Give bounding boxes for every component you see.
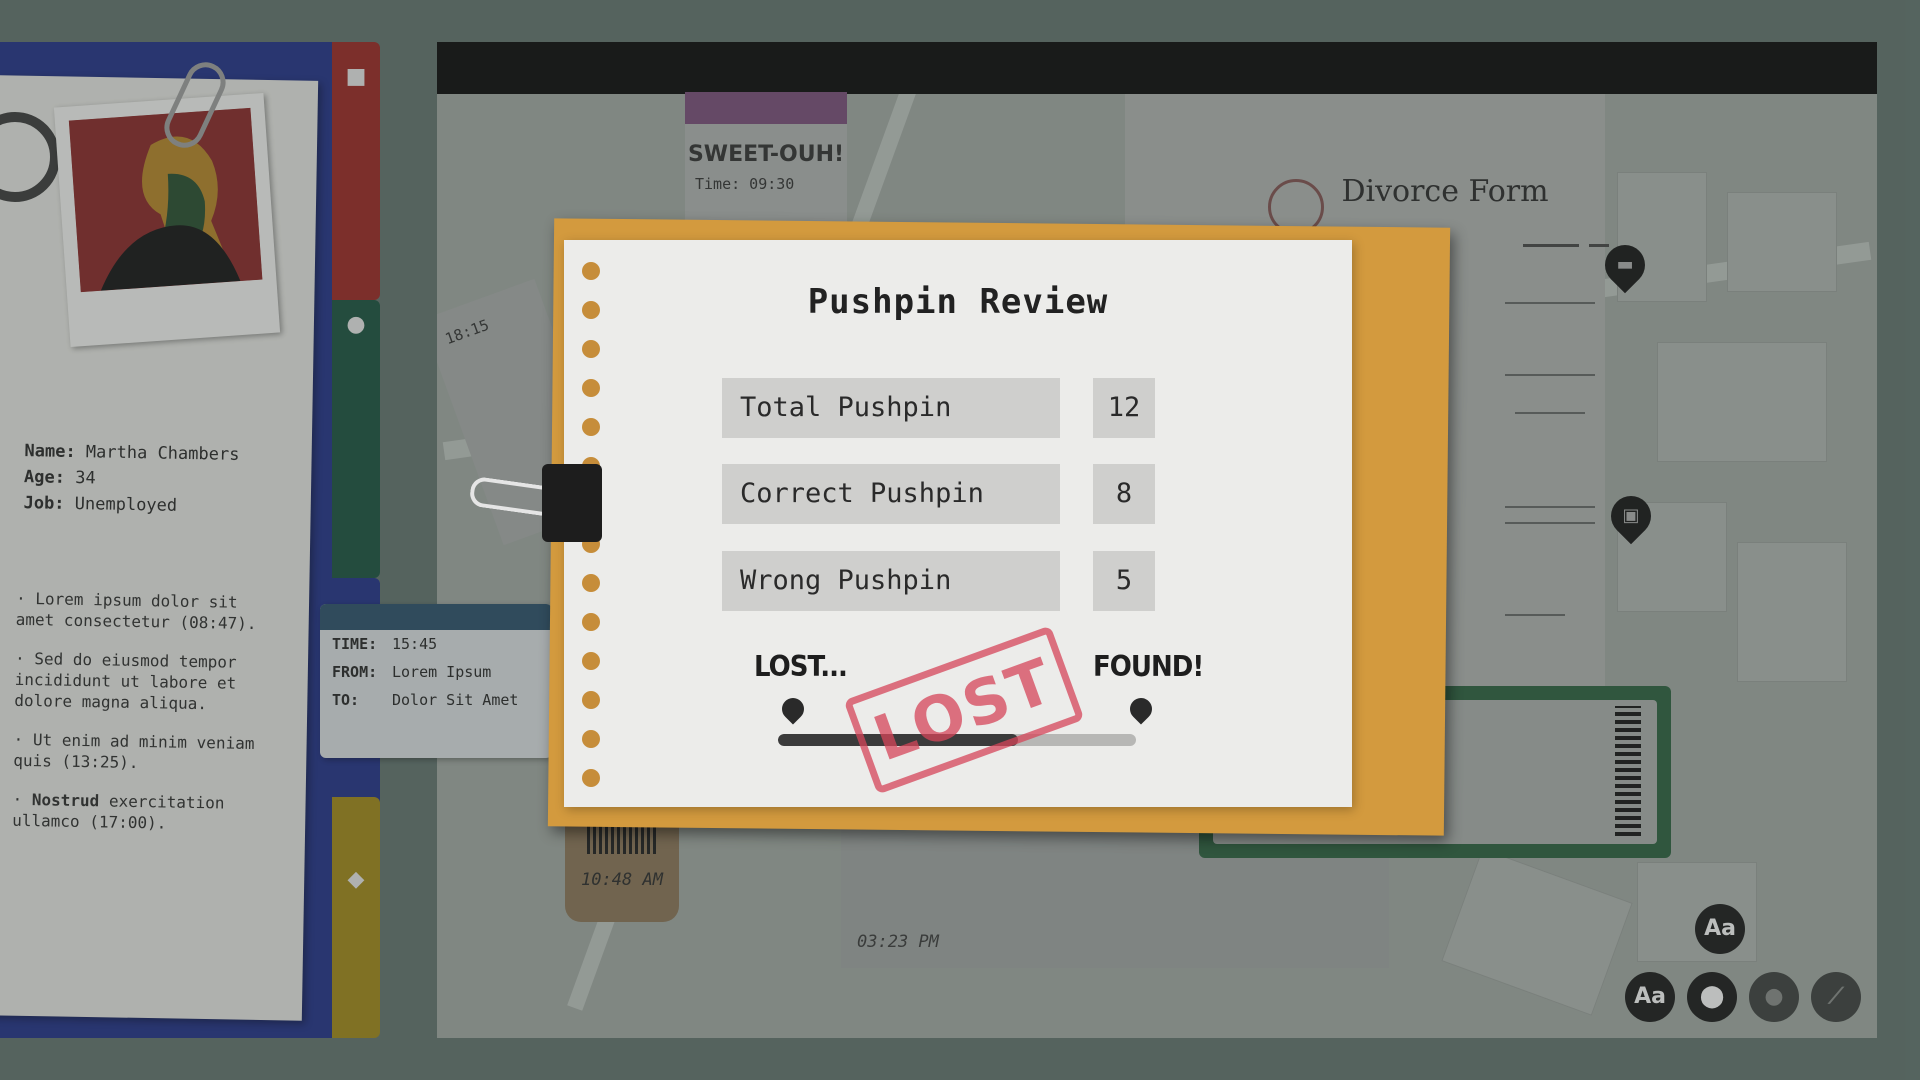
lost-label: LOST... (754, 650, 848, 684)
map-block (1737, 542, 1847, 682)
divorce-form-title: Divorce Form (1341, 174, 1549, 209)
location-pin-icon: ⬤ (1699, 984, 1725, 1009)
form-line (1505, 506, 1595, 508)
binder-hole (582, 574, 600, 592)
case-folder: ■ ● ▲ ◆ Name: Martha Chambers Age: 34 Jo… (0, 42, 380, 1038)
binder-hole (582, 340, 600, 358)
diamond-icon: ◆ (347, 867, 365, 892)
suspect-job: Unemployed (74, 494, 178, 516)
ticket-to-row: TO: Dolor Sit Amet (332, 691, 519, 709)
folder-tab-red[interactable]: ■ (332, 42, 380, 300)
wrong-pushpin-value: 5 (1093, 551, 1155, 611)
message-ticket[interactable]: TIME: 15:45 FROM: Lorem Ipsum TO: Dolor Sit… (320, 604, 552, 758)
receipt-stripes (685, 92, 847, 124)
case-notes: · Lorem ipsum dolor sit amet consectetur… (12, 588, 267, 853)
suspect-info: Name: Martha Chambers Age: 34 Job: Unemp… (23, 438, 239, 520)
barcode-icon (587, 824, 657, 854)
form-line (1505, 522, 1595, 524)
binder-hole (582, 730, 600, 748)
ticket-header (320, 604, 552, 630)
binder-hole (582, 613, 600, 631)
cinema-icon: ▣ (1622, 505, 1640, 526)
ticket-time-row: TIME: 15:45 (332, 635, 438, 653)
total-pushpin-label: Total Pushpin (722, 378, 1060, 438)
review-title: Pushpin Review (807, 282, 1109, 322)
map-block (1657, 342, 1827, 462)
map-block (1727, 192, 1837, 292)
folder-tab-yellow[interactable]: ◆ (332, 797, 380, 1038)
square-icon: ■ (345, 64, 367, 89)
correct-pushpin-label: Correct Pushpin (722, 464, 1060, 524)
binder-clip-body (542, 464, 602, 542)
note-item: · Ut enim ad minim veniam quis (13:25). (13, 729, 255, 772)
map-pin-tool[interactable]: ⬤ (1687, 972, 1737, 1022)
lost-stamp: LOST (843, 625, 1085, 795)
string-link-icon: ⟋ (1828, 984, 1844, 1009)
binder-hole (582, 691, 600, 709)
name-label: Name: (24, 441, 76, 463)
cinema-pin[interactable]: ▣ (1602, 487, 1660, 545)
board-header-bar (437, 42, 1877, 94)
form-line (1515, 412, 1585, 414)
note-item: · Nostrud exercitation ullamco (17:00). (12, 789, 225, 833)
binder-hole (582, 418, 600, 436)
suspect-age: 34 (75, 468, 96, 489)
map-block (1441, 848, 1633, 1016)
correct-pushpin-value: 8 (1093, 464, 1155, 524)
wrong-pushpin-label: Wrong Pushpin (722, 551, 1060, 611)
barcode-icon (1615, 706, 1641, 836)
binder-clip-icon (468, 452, 602, 552)
divider (1523, 244, 1579, 247)
bed-icon: ▬ (1616, 254, 1634, 275)
form-line (1505, 614, 1565, 616)
circle-icon: ● (346, 312, 366, 337)
barcode-ticket[interactable]: 10:48 AM (565, 812, 679, 922)
barcode-ticket-time: 10:48 AM (581, 870, 663, 890)
pushpin-icon: ● (1764, 984, 1784, 1009)
sweet-receipt[interactable]: SWEET-OUH! Time: 09:30 (685, 92, 847, 232)
sweet-receipt-title: SWEET-OUH! (687, 142, 845, 167)
folder-tab-green[interactable]: ● (332, 300, 380, 578)
found-pin-icon (1125, 693, 1157, 725)
age-label: Age: (23, 467, 66, 488)
form-line (1505, 374, 1595, 376)
total-pushpin-value: 12 (1093, 378, 1155, 438)
suspect-name: Martha Chambers (85, 442, 240, 465)
note-item: · Sed do eiusmod tempor incididunt ut la… (14, 648, 237, 714)
form-line (1505, 302, 1595, 304)
note-item: · Lorem ipsum dolor sit amet consectetur… (15, 588, 257, 634)
string-tool[interactable]: ⟋ (1811, 972, 1861, 1022)
ticket-from-row: FROM: Lorem Ipsum (332, 663, 492, 681)
pushpin-tool[interactable]: ● (1749, 972, 1799, 1022)
receipt-time: 18:15 (442, 315, 492, 349)
bed-pin[interactable]: ▬ (1596, 236, 1654, 294)
font-size-button[interactable]: Aa (1695, 904, 1745, 954)
lost-pin-icon (777, 693, 809, 725)
receipt-document-time: 03:23 PM (857, 932, 939, 952)
found-label: FOUND! (1093, 650, 1204, 684)
sweet-receipt-time: Time: 09:30 (695, 175, 795, 193)
job-label: Job: (23, 493, 65, 514)
binder-hole (582, 379, 600, 397)
pushpin-review-card: Pushpin Review Total Pushpin 12 Correct … (564, 240, 1352, 807)
font-button[interactable]: Aa (1625, 972, 1675, 1022)
binder-hole (582, 652, 600, 670)
binder-hole (582, 769, 600, 787)
binder-hole (582, 262, 600, 280)
